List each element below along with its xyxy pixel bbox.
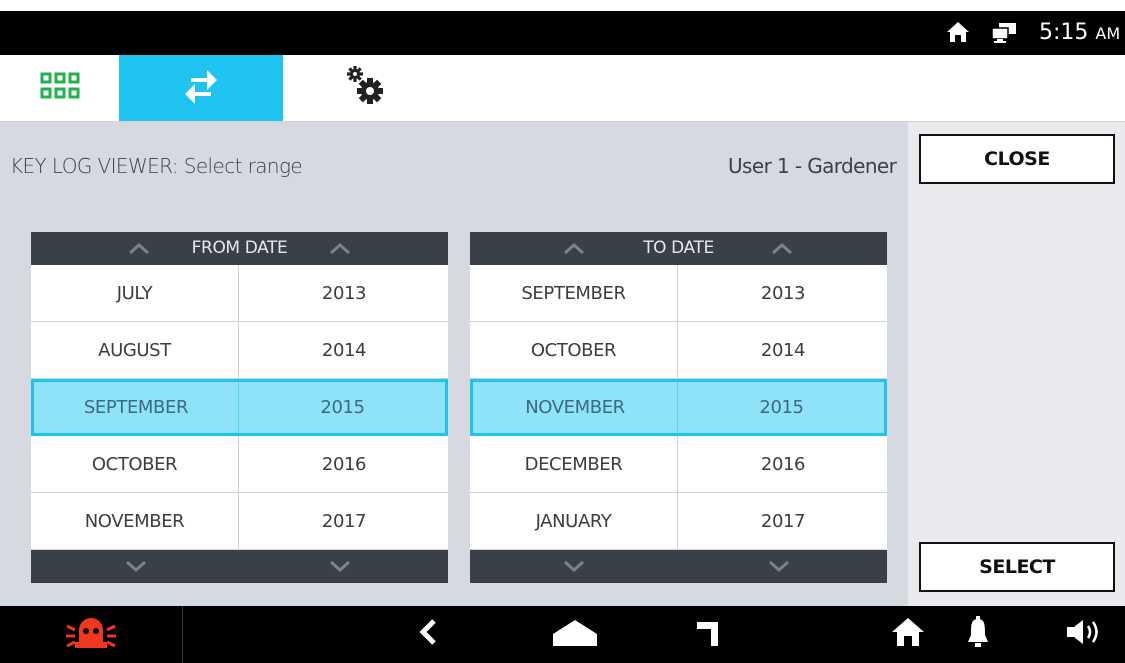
bell-icon [966, 615, 990, 654]
from-row-selected[interactable]: SEPTEMBER 2015 [31, 379, 448, 436]
year-cell[interactable]: 2017 [239, 493, 449, 549]
month-cell[interactable]: SEPTEMBER [34, 382, 239, 433]
speaker-icon [1065, 617, 1105, 652]
from-row[interactable]: OCTOBER 2016 [31, 436, 448, 493]
year-cell[interactable]: 2015 [678, 382, 885, 433]
home-icon [946, 21, 970, 48]
to-row[interactable]: JANUARY 2017 [470, 493, 887, 550]
home-nav-button[interactable] [545, 606, 605, 663]
back-icon [418, 618, 438, 651]
side-panel [908, 122, 1125, 606]
ampm-text: AM [1095, 24, 1121, 43]
from-date-picker: FROM DATE JULY 2013 AUGUST 2014 SEPTEMBER 2… [31, 232, 448, 583]
close-button[interactable]: CLOSE [919, 134, 1115, 184]
chevron-down-icon[interactable] [768, 558, 790, 579]
user-label: User 1 - Gardener [728, 154, 897, 178]
bottom-nav [0, 606, 1125, 663]
speaker-button[interactable] [1045, 606, 1125, 663]
tab-transfer[interactable] [119, 55, 283, 121]
month-cell[interactable]: DECEMBER [470, 436, 678, 492]
apps-grid-icon [40, 72, 80, 105]
home-icon [891, 616, 925, 653]
intercom-button[interactable] [688, 606, 728, 663]
back-button[interactable] [408, 606, 448, 663]
from-row[interactable]: NOVEMBER 2017 [31, 493, 448, 550]
page-title: KEY LOG VIEWER: Select range [10, 154, 303, 178]
top-strip [0, 0, 1125, 11]
transfer-arrows-icon [183, 64, 219, 113]
chevron-down-icon[interactable] [329, 558, 351, 579]
alarm-icon [65, 612, 117, 657]
status-bar: 5:15 AM [0, 11, 1125, 55]
to-date-picker: TO DATE SEPTEMBER 2013 OCTOBER 2014 NOVEMB… [470, 232, 887, 583]
month-cell[interactable]: JANUARY [470, 493, 678, 549]
month-cell[interactable]: SEPTEMBER [470, 265, 678, 321]
chevron-up-icon[interactable] [771, 240, 793, 261]
to-row[interactable]: SEPTEMBER 2013 [470, 265, 887, 322]
home-shape-icon [551, 616, 599, 653]
alarm-button[interactable] [0, 606, 183, 663]
intercom-icon [694, 616, 722, 653]
tab-bar [0, 55, 1125, 122]
to-row[interactable]: DECEMBER 2016 [470, 436, 887, 493]
home-button[interactable] [888, 606, 928, 663]
tab-settings[interactable] [283, 55, 447, 121]
month-cell[interactable]: OCTOBER [31, 436, 239, 492]
to-row[interactable]: OCTOBER 2014 [470, 322, 887, 379]
to-picker-label: TO DATE [643, 238, 714, 258]
month-cell[interactable]: NOVEMBER [31, 493, 239, 549]
to-row-selected[interactable]: NOVEMBER 2015 [470, 379, 887, 436]
from-picker-header: FROM DATE [31, 232, 448, 265]
year-cell[interactable]: 2016 [239, 436, 449, 492]
year-cell[interactable]: 2017 [678, 493, 888, 549]
select-button[interactable]: SELECT [919, 542, 1115, 592]
to-picker-header: TO DATE [470, 232, 887, 265]
monitor-icon [990, 22, 1018, 49]
bell-button[interactable] [958, 606, 998, 663]
gears-icon [341, 64, 389, 113]
from-picker-label: FROM DATE [191, 238, 288, 258]
month-cell[interactable]: NOVEMBER [473, 382, 678, 433]
from-row[interactable]: JULY 2013 [31, 265, 448, 322]
chevron-down-icon[interactable] [125, 558, 147, 579]
month-cell[interactable]: AUGUST [31, 322, 239, 378]
time-text: 5:15 [1039, 20, 1089, 45]
month-cell[interactable]: OCTOBER [470, 322, 678, 378]
status-time: 5:15 AM [1039, 20, 1120, 45]
year-cell[interactable]: 2013 [239, 265, 449, 321]
chevron-up-icon[interactable] [329, 240, 351, 261]
tab-apps[interactable] [0, 55, 119, 121]
year-cell[interactable]: 2015 [239, 382, 446, 433]
to-picker-footer [470, 550, 887, 583]
from-picker-footer [31, 550, 448, 583]
year-cell[interactable]: 2014 [678, 322, 888, 378]
chevron-down-icon[interactable] [563, 558, 585, 579]
month-cell[interactable]: JULY [31, 265, 239, 321]
year-cell[interactable]: 2013 [678, 265, 888, 321]
year-cell[interactable]: 2016 [678, 436, 888, 492]
from-row[interactable]: AUGUST 2014 [31, 322, 448, 379]
year-cell[interactable]: 2014 [239, 322, 449, 378]
